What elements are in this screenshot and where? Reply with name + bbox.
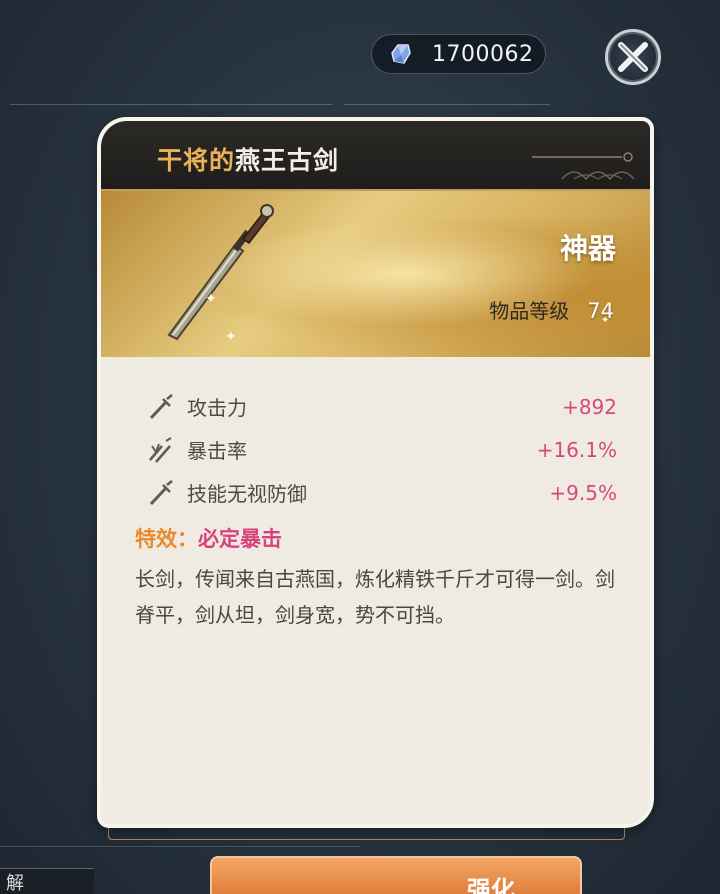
- stat-row: 技能无视防御 +9.5%: [147, 471, 617, 514]
- special-effect: 特效：必定暴击: [135, 523, 282, 553]
- cloud-ornament-icon: [532, 152, 635, 181]
- stat-name: 暴击率: [187, 439, 247, 463]
- stat-name: 技能无视防御: [187, 482, 307, 506]
- divider-line: [344, 104, 550, 105]
- stat-row: 攻击力 +892: [147, 385, 617, 428]
- stat-value: +16.1%: [536, 437, 617, 462]
- card-header: 干将的燕王古剑: [101, 121, 650, 191]
- item-detail-card: 干将的燕王古剑 ✦ ✦ ✦ 神器 物品等级 74 攻击力 +892 暴击率 +1…: [97, 117, 654, 828]
- stat-value: +892: [562, 394, 617, 419]
- divider-line: [0, 846, 360, 847]
- item-name-prefix: 干将的: [157, 146, 236, 175]
- item-description: 长剑，传闻来自古燕国，炼化精铁千斤才可得一剑。剑脊平，剑从坦，剑身宽，势不可挡。: [135, 567, 615, 627]
- decompose-label: 解: [6, 873, 24, 894]
- close-x-icon: [618, 42, 648, 72]
- item-name-main: 燕王古剑: [235, 146, 340, 175]
- sparkle-icon: ✦: [205, 291, 217, 307]
- currency-value: 1700062: [432, 41, 534, 67]
- close-button[interactable]: [605, 29, 661, 85]
- effect-label: 特效：: [135, 527, 198, 551]
- stats-list: 攻击力 +892 暴击率 +16.1% 技能无视防御 +9.5%: [147, 385, 617, 514]
- item-banner: ✦ ✦ ✦ 神器 物品等级 74: [101, 191, 650, 357]
- effect-value: 必定暴击: [198, 527, 282, 551]
- gem-icon: [391, 44, 411, 64]
- item-level: 物品等级 74: [489, 295, 614, 324]
- currency-display: 1700062: [371, 34, 546, 74]
- crit-icon: [149, 436, 172, 463]
- sparkle-icon: ✦: [225, 329, 237, 345]
- item-level-value: 74: [587, 299, 614, 323]
- stat-row: 暴击率 +16.1%: [147, 428, 617, 471]
- item-name: 干将的燕王古剑: [157, 141, 339, 177]
- sword-icon: [149, 393, 173, 419]
- sword-image: [167, 204, 274, 341]
- sword-icon: [149, 479, 173, 505]
- divider-line: [10, 104, 332, 105]
- stat-name: 攻击力: [187, 396, 247, 420]
- rarity-label: 神器: [559, 232, 616, 265]
- enhance-label: 强化: [467, 876, 515, 894]
- stat-value: +9.5%: [549, 480, 617, 505]
- enhance-button[interactable]: 强化: [210, 856, 582, 894]
- item-level-label: 物品等级: [489, 299, 570, 323]
- decompose-button[interactable]: 解: [0, 868, 94, 894]
